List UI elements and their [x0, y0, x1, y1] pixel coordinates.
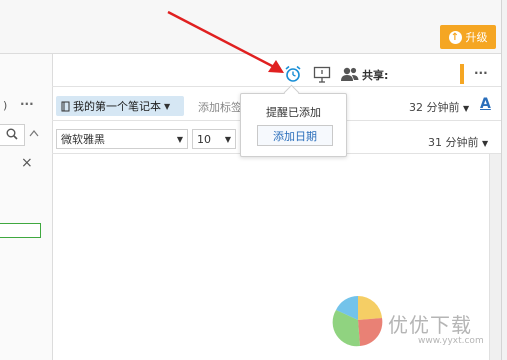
notebook-select[interactable]: 我的第一个笔记本 ▼ — [56, 96, 184, 116]
people-icon[interactable] — [340, 66, 360, 82]
font-family-select[interactable]: 微软雅黑 ▼ — [56, 129, 188, 149]
reminder-popup: 提醒已添加 添加日期 — [240, 93, 347, 157]
annotation-arrow-icon — [167, 10, 284, 73]
chevron-up-icon[interactable] — [29, 129, 39, 137]
add-tag-button[interactable]: 添加标签 — [198, 99, 242, 115]
notebook-icon — [61, 101, 70, 111]
add-date-button[interactable]: 添加日期 — [257, 125, 333, 146]
presentation-icon[interactable] — [313, 66, 331, 83]
modified-time[interactable]: 31 分钟前 ▼ — [428, 134, 488, 150]
watermark-logo-icon — [332, 295, 383, 347]
notebook-label: 我的第一个笔记本 — [73, 100, 161, 113]
upgrade-button[interactable]: ↑ 升级 — [440, 25, 496, 49]
left-paren: ) — [3, 99, 8, 112]
search-icon — [6, 128, 18, 140]
reminder-popup-title: 提醒已添加 — [266, 106, 321, 119]
share-label[interactable]: 共享: — [362, 67, 388, 83]
chevron-down-icon: ▼ — [176, 134, 183, 144]
created-time[interactable]: 32 分钟前 ▼ — [409, 99, 469, 115]
window-right-edge — [501, 0, 507, 360]
font-size-select[interactable]: 10 ▼ — [192, 129, 236, 149]
created-time-label: 32 分钟前 — [409, 101, 460, 114]
close-icon[interactable]: × — [21, 155, 33, 171]
font-size-value: 10 — [197, 132, 211, 146]
left-green-item[interactable] — [0, 223, 41, 238]
font-family-value: 微软雅黑 — [61, 133, 105, 146]
modified-time-label: 31 分钟前 — [428, 136, 479, 149]
left-search-box[interactable] — [0, 124, 25, 146]
chevron-down-icon: ▼ — [164, 101, 171, 111]
more-button[interactable]: ··· — [474, 66, 488, 80]
upgrade-icon: ↑ — [448, 30, 462, 44]
watermark-text: 优优下载 — [388, 313, 472, 337]
left-more-button[interactable]: ··· — [20, 97, 34, 111]
chevron-down-icon: ▼ — [482, 139, 489, 148]
orange-marker — [460, 64, 464, 84]
text-style-button[interactable]: A — [480, 96, 491, 112]
upgrade-label: 升级 — [465, 31, 488, 44]
chevron-down-icon: ▼ — [224, 134, 231, 144]
alarm-clock-icon[interactable] — [284, 65, 302, 83]
toolbar-divider-top — [52, 86, 501, 87]
chevron-down-icon: ▼ — [463, 104, 470, 113]
watermark-url: www.yyxt.com — [418, 336, 484, 346]
